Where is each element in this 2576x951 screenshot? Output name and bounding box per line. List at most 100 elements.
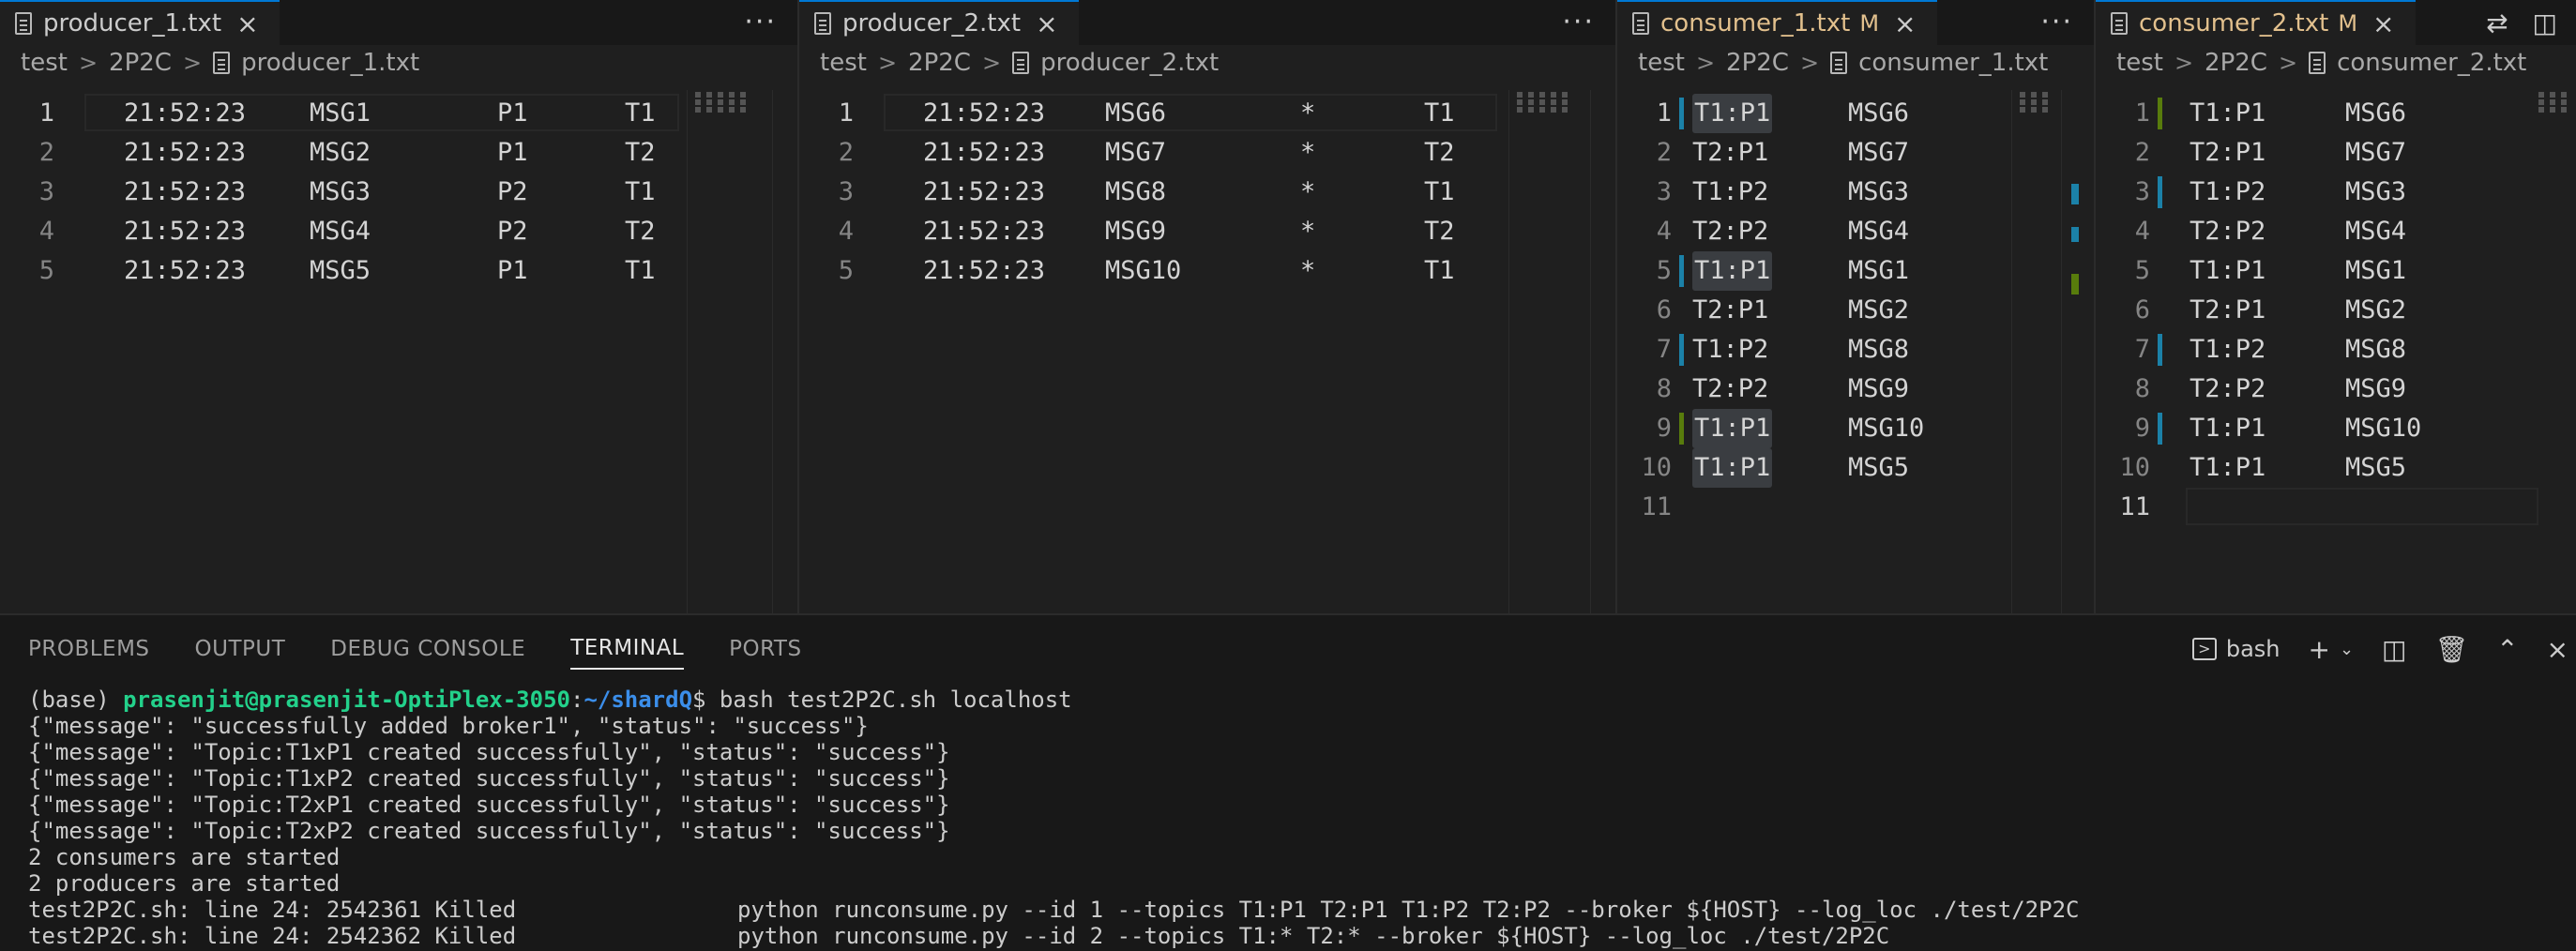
line-number: 4 xyxy=(2134,217,2150,246)
change-marker xyxy=(1679,255,1684,287)
breadcrumb: test > 2P2C > consumer_1.txt xyxy=(1617,47,2094,79)
tab-producer-1[interactable]: producer_1.txt × xyxy=(0,0,280,45)
breadcrumb-folder-test[interactable]: test xyxy=(2116,49,2163,77)
more-actions-icon[interactable]: ··· xyxy=(744,6,777,38)
line-number: 5 xyxy=(838,256,854,285)
code-line: 1 21:52:23 MSG6 * T1 xyxy=(799,94,1615,133)
line-number: 1 xyxy=(2134,98,2150,128)
line-number: 8 xyxy=(1656,374,1672,403)
close-icon[interactable]: × xyxy=(236,8,258,39)
line-number: 2 xyxy=(1656,138,1672,167)
breadcrumb-folder-2p2c[interactable]: 2P2C xyxy=(1726,49,1789,77)
chevron-down-icon[interactable]: ⌄ xyxy=(2340,640,2354,659)
breadcrumb-folder-test[interactable]: test xyxy=(820,49,867,77)
tab-output[interactable]: OUTPUT xyxy=(195,629,286,669)
breadcrumb-file[interactable]: consumer_1.txt xyxy=(1858,49,2048,77)
minimap[interactable] xyxy=(687,90,772,613)
close-icon[interactable]: × xyxy=(2372,8,2394,39)
more-actions-icon[interactable]: ··· xyxy=(2040,6,2073,38)
maximize-panel-icon[interactable]: ⌃ xyxy=(2496,634,2518,665)
breadcrumb-file[interactable]: producer_2.txt xyxy=(1040,49,1219,77)
chevron-right-icon: > xyxy=(2278,50,2298,76)
tab-problems[interactable]: PROBLEMS xyxy=(28,629,150,669)
breadcrumb: test > 2P2C > consumer_2.txt xyxy=(2096,47,2576,79)
tab-bar: consumer_1.txt M × ··· xyxy=(1617,0,2094,45)
trash-icon[interactable]: 🗑 xyxy=(2435,634,2469,665)
code-line: 5 T1:P1 MSG1 xyxy=(2096,251,2576,291)
current-line-highlight xyxy=(2186,488,2538,525)
change-marker xyxy=(2158,334,2162,366)
more-actions-icon[interactable]: ··· xyxy=(1562,6,1595,38)
close-icon[interactable]: × xyxy=(1036,8,1057,39)
tab-debug-console[interactable]: DEBUG CONSOLE xyxy=(330,629,525,669)
file-icon xyxy=(1012,52,1030,74)
editor-area: producer_1.txt × ··· test > 2P2C > produ… xyxy=(0,0,2576,613)
terminal-output[interactable]: (base) prasenjit@prasenjit-OptiPlex-3050… xyxy=(28,687,2567,949)
change-marker xyxy=(1679,334,1684,366)
line-number: 4 xyxy=(838,217,854,246)
scrollbar-marker xyxy=(2071,184,2079,204)
terminal-line: {"message": "Topic:T1xP1 created success… xyxy=(28,739,950,765)
new-terminal-icon[interactable]: + xyxy=(2308,634,2329,665)
chevron-right-icon: > xyxy=(877,50,898,76)
tab-producer-2[interactable]: producer_2.txt × xyxy=(799,0,1079,45)
terminal-shell-button[interactable]: > bash xyxy=(2191,636,2280,662)
code-line: 4 T2:P2 MSG4 xyxy=(2096,212,2576,251)
breadcrumb-folder-2p2c[interactable]: 2P2C xyxy=(908,49,971,77)
code-line: 11 xyxy=(2096,488,2576,527)
line-number: 1 xyxy=(1656,98,1672,128)
tab-consumer-1[interactable]: consumer_1.txt M × xyxy=(1617,0,1937,45)
line-number: 6 xyxy=(1656,295,1672,325)
code-editor[interactable]: 1 21:52:23 MSG6 * T1 2 21:52:23 MSG7 * T2 3 21:52… xyxy=(799,94,1615,291)
code-line: 7 T1:P2 MSG8 xyxy=(2096,330,2576,370)
code-line: 5 21:52:23 MSG5 P1 T1 xyxy=(0,251,797,291)
minimap[interactable] xyxy=(1508,90,1594,613)
breadcrumb-folder-2p2c[interactable]: 2P2C xyxy=(2205,49,2267,77)
change-marker xyxy=(1679,98,1684,129)
minimap[interactable] xyxy=(2011,90,2065,613)
prompt-user: prasenjit@prasenjit-OptiPlex-3050 xyxy=(123,687,570,713)
modified-badge: M xyxy=(2338,10,2358,37)
tab-label: consumer_1.txt xyxy=(1660,9,1851,38)
code-line: 6 T2:P1 MSG2 xyxy=(2096,291,2576,330)
vertical-scrollbar[interactable] xyxy=(772,90,797,613)
terminal-line: 2 producers are started xyxy=(28,870,341,897)
tab-label: producer_2.txt xyxy=(842,9,1022,38)
line-number: 2 xyxy=(38,138,54,167)
breadcrumb-folder-2p2c[interactable]: 2P2C xyxy=(109,49,172,77)
tab-terminal[interactable]: TERMINAL xyxy=(570,628,685,670)
editor-group-consumer-1: consumer_1.txt M × ··· test > 2P2C > con… xyxy=(1617,0,2096,613)
line-number: 3 xyxy=(38,177,54,206)
file-icon xyxy=(1830,52,1848,74)
editor-actions: ⇄ ◫ xyxy=(2486,0,2576,45)
tab-ports[interactable]: PORTS xyxy=(729,629,801,669)
code-line: 2 T2:P1 MSG7 xyxy=(2096,133,2576,173)
tab-bar: producer_1.txt × ··· xyxy=(0,0,797,45)
chevron-right-icon: > xyxy=(1799,50,1820,76)
compare-changes-icon[interactable]: ⇄ xyxy=(2486,8,2508,38)
close-icon[interactable]: × xyxy=(1894,8,1916,39)
panel-actions: > bash + ⌄ ◫ 🗑 ⌃ × xyxy=(2191,628,2576,670)
code-line: 9 T1:P1 MSG10 xyxy=(2096,409,2576,448)
breadcrumb: test > 2P2C > producer_1.txt xyxy=(0,47,797,79)
breadcrumb-file[interactable]: consumer_2.txt xyxy=(2337,49,2526,77)
modified-badge: M xyxy=(1859,10,1880,37)
breadcrumb-folder-test[interactable]: test xyxy=(1638,49,1685,77)
chevron-right-icon: > xyxy=(1695,50,1716,76)
close-panel-icon[interactable]: × xyxy=(2547,634,2568,665)
editor-group-consumer-2: consumer_2.txt M × ⇄ ◫ test > 2P2C > con… xyxy=(2096,0,2576,613)
split-editor-icon[interactable]: ◫ xyxy=(2533,8,2557,38)
line-number: 4 xyxy=(38,217,54,246)
file-icon xyxy=(213,52,231,74)
vertical-scrollbar[interactable] xyxy=(1590,90,1615,613)
bottom-panel: PROBLEMS OUTPUT DEBUG CONSOLE TERMINAL P… xyxy=(0,613,2576,951)
minimap[interactable] xyxy=(2531,90,2576,613)
breadcrumb-file[interactable]: producer_1.txt xyxy=(241,49,419,77)
code-editor[interactable]: 1 T1:P1 MSG6 2 T2:P1 MSG7 3 T1:P2 MSG3 4 T2:P2 M… xyxy=(2096,94,2576,527)
code-line: 10 T1:P1 MSG5 xyxy=(2096,448,2576,488)
vertical-scrollbar[interactable] xyxy=(2061,90,2086,613)
breadcrumb-folder-test[interactable]: test xyxy=(21,49,68,77)
tab-consumer-2[interactable]: consumer_2.txt M × xyxy=(2096,0,2416,45)
split-terminal-icon[interactable]: ◫ xyxy=(2382,634,2406,665)
code-editor[interactable]: 1 21:52:23 MSG1 P1 T1 2 21:52:23 MSG2 P1 T2 3 21:… xyxy=(0,94,797,291)
